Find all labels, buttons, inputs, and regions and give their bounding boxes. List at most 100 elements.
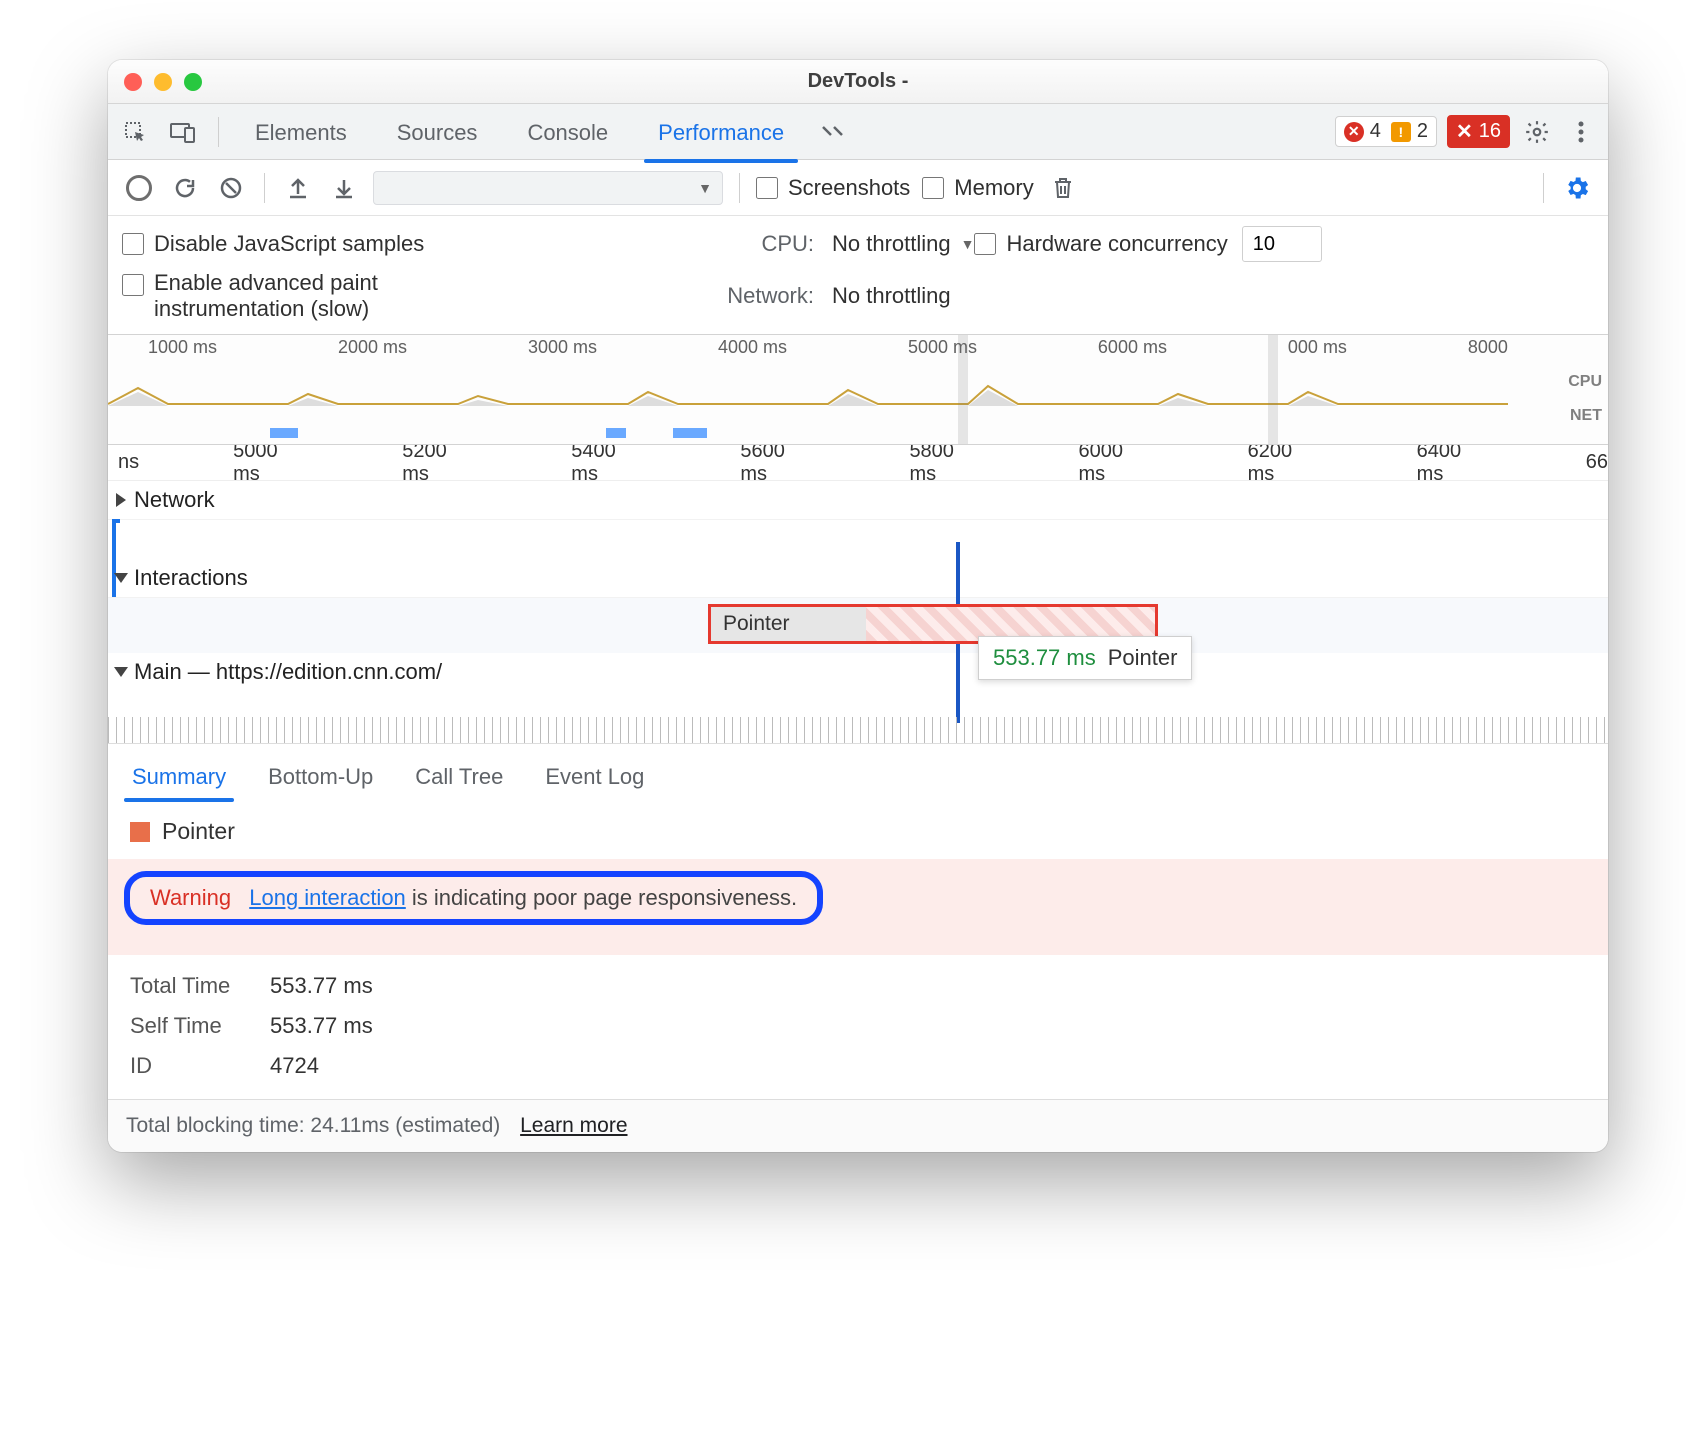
overview-timeline[interactable]: 1000 ms 2000 ms 3000 ms 4000 ms 5000 ms … xyxy=(108,335,1608,445)
tick: 4000 ms xyxy=(718,337,787,358)
warning-icon: ! xyxy=(1391,122,1411,142)
net-row xyxy=(108,424,1548,438)
overview-ticks: 1000 ms 2000 ms 3000 ms 4000 ms 5000 ms … xyxy=(108,337,1548,358)
tbt-text: Total blocking time: 24.11ms (estimated) xyxy=(126,1114,500,1137)
download-icon[interactable] xyxy=(327,171,361,205)
long-interaction-link[interactable]: Long interaction xyxy=(249,885,406,910)
record-button[interactable] xyxy=(122,171,156,205)
error-icon: ✕ xyxy=(1344,122,1364,142)
track-network[interactable]: Network xyxy=(108,481,1608,519)
track-main[interactable]: Main — https://edition.cnn.com/ xyxy=(108,653,1608,691)
extension-badge[interactable]: ✕ 16 xyxy=(1447,115,1510,148)
tooltip-duration: 553.77 ms xyxy=(993,645,1096,671)
separator xyxy=(264,173,265,203)
hw-concurrency-label: Hardware concurrency xyxy=(1006,231,1227,257)
event-name: Pointer xyxy=(162,818,235,845)
disclosure-icon xyxy=(114,667,128,677)
color-swatch xyxy=(130,822,150,842)
tick: 000 ms xyxy=(1288,337,1347,358)
brush-handle-left[interactable] xyxy=(958,335,968,444)
paint-label: Enable advanced paint instrumentation (s… xyxy=(154,270,514,322)
footer-bar: Total blocking time: 24.11ms (estimated)… xyxy=(108,1099,1608,1152)
hw-concurrency-checkbox[interactable]: Hardware concurrency xyxy=(974,231,1227,257)
track-label: Interactions xyxy=(134,565,248,591)
tab-console[interactable]: Console xyxy=(509,106,626,158)
recording-selector[interactable]: ▼ xyxy=(373,171,723,205)
disable-js-label: Disable JavaScript samples xyxy=(154,231,424,257)
tab-sources[interactable]: Sources xyxy=(379,106,496,158)
interactions-lane[interactable]: Pointer 553.77 ms Pointer xyxy=(108,597,1608,653)
tick: 6000 ms xyxy=(1098,337,1167,358)
track-label: Main — https://edition.cnn.com/ xyxy=(134,659,442,685)
separator xyxy=(739,173,740,203)
warning-label: Warning xyxy=(150,885,231,910)
screenshots-checkbox[interactable]: Screenshots xyxy=(756,175,910,201)
cpu-value: No throttling xyxy=(832,231,951,257)
tick: 6200 ms xyxy=(1248,440,1323,486)
upload-icon[interactable] xyxy=(281,171,315,205)
main-ticks xyxy=(108,717,1608,743)
hw-concurrency-input[interactable] xyxy=(1242,226,1322,262)
disclosure-icon xyxy=(116,493,126,507)
tick: 6400 ms xyxy=(1417,440,1492,486)
kebab-icon[interactable] xyxy=(1564,115,1598,149)
issues-badge[interactable]: ✕4 !2 xyxy=(1335,116,1437,147)
paint-instrumentation-checkbox[interactable]: Enable advanced paint instrumentation (s… xyxy=(122,270,692,322)
capture-settings-icon[interactable] xyxy=(1560,171,1594,205)
devtools-tabstrip: Elements Sources Console Performance ✕4 … xyxy=(108,104,1608,160)
net-label: NET xyxy=(1568,399,1602,433)
x-icon: ✕ xyxy=(1456,119,1473,144)
tab-call-tree[interactable]: Call Tree xyxy=(409,754,509,800)
tick: 3000 ms xyxy=(528,337,597,358)
cpu-sparkline xyxy=(108,380,1508,406)
track-interactions[interactable]: Interactions xyxy=(108,559,1608,597)
disable-js-checkbox[interactable]: Disable JavaScript samples xyxy=(122,231,692,257)
tick: ns xyxy=(118,451,139,474)
tab-performance[interactable]: Performance xyxy=(640,106,802,158)
tab-event-log[interactable]: Event Log xyxy=(539,754,650,800)
memory-checkbox[interactable]: Memory xyxy=(922,175,1033,201)
learn-more-link[interactable]: Learn more xyxy=(520,1114,627,1137)
titlebar: DevTools - xyxy=(108,60,1608,104)
flamechart-tracks: Network Interactions Pointer 553.77 ms P… xyxy=(108,481,1608,743)
memory-label: Memory xyxy=(954,175,1033,201)
extra-count: 16 xyxy=(1479,120,1501,143)
tab-bottom-up[interactable]: Bottom-Up xyxy=(262,754,379,800)
tooltip-name: Pointer xyxy=(1108,645,1178,671)
disclosure-icon xyxy=(114,573,128,583)
network-throttle-select[interactable]: No throttling xyxy=(832,283,974,309)
tick: 5800 ms xyxy=(909,440,984,486)
separator xyxy=(218,117,219,147)
main-lane[interactable] xyxy=(108,691,1608,743)
details-tabstrip: Summary Bottom-Up Call Tree Event Log xyxy=(108,743,1608,800)
summary-panel: Pointer Warning Long interaction is indi… xyxy=(108,800,1608,1099)
tab-elements[interactable]: Elements xyxy=(237,106,365,158)
brush-handle-right[interactable] xyxy=(1268,335,1278,444)
cpu-label: CPU xyxy=(1568,365,1602,399)
warning-row: Warning Long interaction is indicating p… xyxy=(108,859,1608,955)
trash-icon[interactable] xyxy=(1046,171,1080,205)
settings-icon[interactable] xyxy=(1520,115,1554,149)
more-tabs-icon[interactable] xyxy=(816,115,850,149)
clear-button[interactable] xyxy=(214,171,248,205)
tick: 6000 ms xyxy=(1079,440,1154,486)
track-label: Network xyxy=(134,487,215,513)
track-bracket xyxy=(112,519,120,601)
tick: 8000 xyxy=(1468,337,1508,358)
inspect-icon[interactable] xyxy=(118,115,152,149)
device-toggle-icon[interactable] xyxy=(166,115,200,149)
network-label: Network: xyxy=(692,283,832,309)
window-title: DevTools - xyxy=(108,70,1608,93)
tick: 5600 ms xyxy=(740,440,815,486)
id-value: 4724 xyxy=(270,1053,319,1078)
warning-tail: is indicating poor page responsiveness. xyxy=(406,885,797,910)
tick: 2000 ms xyxy=(338,337,407,358)
detail-ruler[interactable]: ns 5000 ms 5200 ms 5400 ms 5600 ms 5800 … xyxy=(108,445,1608,481)
tick: 1000 ms xyxy=(148,337,217,358)
reload-record-button[interactable] xyxy=(168,171,202,205)
cpu-throttle-select[interactable]: No throttling▼ xyxy=(832,231,974,257)
tick: 5000 ms xyxy=(233,440,308,486)
id-key: ID xyxy=(130,1053,270,1079)
tab-summary[interactable]: Summary xyxy=(126,754,232,800)
devtools-window: DevTools - Elements Sources Console Perf… xyxy=(108,60,1608,1152)
